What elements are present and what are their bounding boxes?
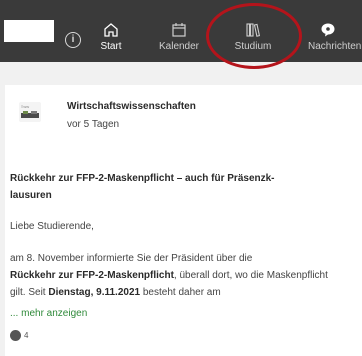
post-greeting: Liebe Studierende, bbox=[10, 221, 94, 232]
nav-label-start: Start bbox=[100, 41, 122, 52]
post-title: Rückkehr zur FFP-2-Maskenpflicht – auch … bbox=[10, 173, 275, 201]
post-timestamp: vor 5 Tagen bbox=[67, 119, 120, 130]
nav-label-nachrichten: Nachrichten bbox=[308, 41, 362, 52]
post-body: am 8. November informierte Sie der Präsi… bbox=[10, 250, 340, 301]
news-post-card: ≡ww Wirtschaftswissenschaften vor 5 Tage… bbox=[5, 85, 362, 356]
home-icon bbox=[104, 23, 118, 37]
avatar[interactable]: ≡ww bbox=[19, 102, 41, 122]
nav-item-nachrichten[interactable]: Nachrichten bbox=[308, 22, 362, 62]
building-thumbnail-icon: ≡ww bbox=[19, 102, 41, 122]
post-body-text-1: am 8. November informierte Sie der Präsi… bbox=[10, 253, 253, 264]
info-icon[interactable]: i bbox=[65, 32, 81, 48]
nav-label-kalender: Kalender bbox=[158, 41, 200, 52]
nav-item-kalender[interactable]: Kalender bbox=[154, 22, 204, 62]
nav-item-start[interactable]: Start bbox=[96, 22, 126, 62]
post-body-text-3: besteht daher am bbox=[142, 287, 221, 298]
show-more-link[interactable]: ... mehr anzeigen bbox=[10, 308, 87, 319]
reaction-count: 4 bbox=[24, 330, 29, 340]
nav-item-studium[interactable]: Studium bbox=[230, 22, 276, 62]
reaction-icon bbox=[10, 329, 21, 341]
post-author[interactable]: Wirtschaftswissenschaften bbox=[67, 101, 196, 112]
post-body-bold-1: Rückkehr zur FFP-2-Maskenpflicht bbox=[10, 270, 174, 281]
svg-text:≡ww: ≡ww bbox=[21, 104, 29, 109]
post-body-bold-2: Dienstag, 9.11.2021 bbox=[48, 287, 141, 298]
top-navigation-bar: i Start Kalender Studium Nachrichten bbox=[0, 0, 362, 69]
reactions[interactable]: 4 bbox=[10, 329, 28, 341]
chat-icon bbox=[321, 23, 335, 37]
library-icon bbox=[246, 23, 261, 37]
calendar-icon bbox=[172, 23, 186, 37]
nav-label-studium: Studium bbox=[234, 41, 272, 52]
search-input[interactable] bbox=[4, 20, 54, 42]
